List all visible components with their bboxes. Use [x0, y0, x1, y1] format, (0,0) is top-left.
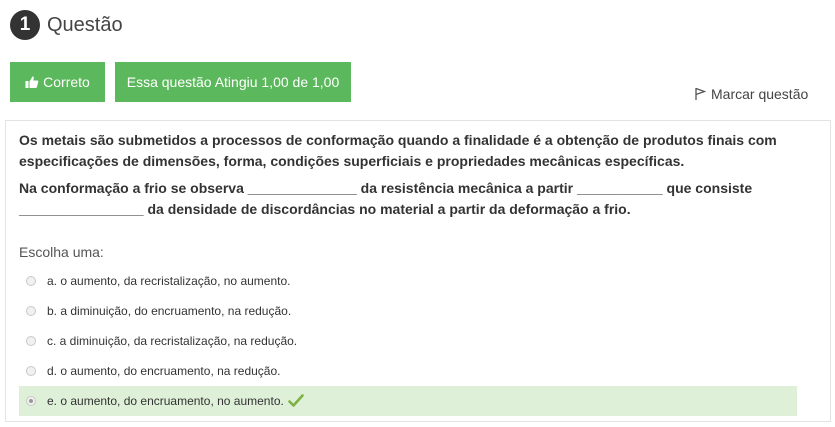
- thumbs-up-icon: [25, 75, 39, 89]
- radio-button-e[interactable]: [26, 396, 36, 406]
- score-label: Essa questão Atingiu 1,00 de 1,00: [126, 74, 340, 90]
- question-card: Os metais são submetidos a processos de …: [5, 120, 831, 422]
- question-text: Os metais são submetidos a processos de …: [19, 130, 809, 226]
- answer-option-b[interactable]: b. a diminuição, do encruamento, na redu…: [19, 296, 797, 326]
- checkmark-icon: [288, 394, 304, 408]
- answer-option-d[interactable]: d. o aumento, do encruamento, na redução…: [19, 356, 797, 386]
- answer-label-c: c. a diminuição, da recristalização, na …: [47, 334, 298, 348]
- score-badge: Essa questão Atingiu 1,00 de 1,00: [115, 62, 351, 102]
- flag-question-label: Marcar questão: [711, 86, 809, 102]
- radio-button-a[interactable]: [26, 276, 36, 286]
- answer-list: a. o aumento, da recristalização, no aum…: [19, 266, 797, 416]
- answer-label-d: d. o aumento, do encruamento, na redução…: [47, 364, 281, 378]
- answer-option-e[interactable]: e. o aumento, do encruamento, no aumento…: [19, 386, 797, 416]
- radio-button-b[interactable]: [26, 306, 36, 316]
- question-paragraph-1: Os metais são submetidos a processos de …: [19, 132, 777, 169]
- question-paragraph-2: Na conformação a frio se observa _______…: [19, 180, 753, 217]
- correct-status-badge: Correto: [10, 62, 105, 102]
- question-header: 1 Questão: [10, 10, 123, 40]
- answer-label-a: a. o aumento, da recristalização, no aum…: [47, 274, 291, 288]
- question-number-badge: 1: [10, 10, 40, 40]
- radio-button-d[interactable]: [26, 366, 36, 376]
- answer-label-b: b. a diminuição, do encruamento, na redu…: [47, 304, 292, 318]
- radio-button-c[interactable]: [26, 336, 36, 346]
- flag-icon: [695, 87, 706, 100]
- answer-option-c[interactable]: c. a diminuição, da recristalização, na …: [19, 326, 797, 356]
- correct-status-label: Correto: [43, 74, 90, 90]
- question-title: Questão: [47, 13, 123, 36]
- answer-option-a[interactable]: a. o aumento, da recristalização, no aum…: [19, 266, 797, 296]
- answer-prompt: Escolha uma:: [19, 244, 104, 260]
- answer-label-e: e. o aumento, do encruamento, no aumento…: [47, 394, 284, 408]
- flag-question-link[interactable]: Marcar questão: [694, 86, 808, 102]
